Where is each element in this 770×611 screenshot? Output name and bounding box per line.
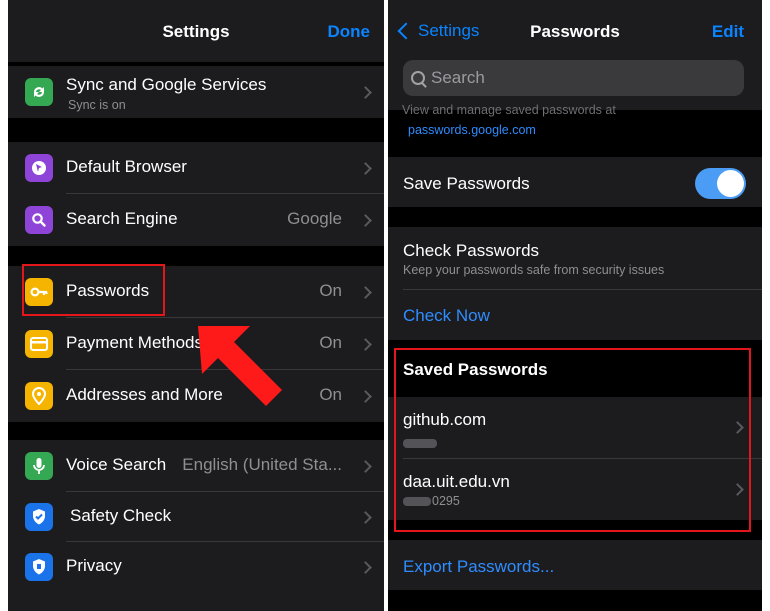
- chevron-right-icon: [359, 338, 372, 351]
- browser-group: Default Browser Search Engine Google: [8, 142, 384, 246]
- edit-button[interactable]: Edit: [712, 22, 744, 42]
- passwords-google-link[interactable]: passwords.google.com: [408, 123, 536, 137]
- chevron-right-icon: [359, 460, 372, 473]
- location-pin-icon: [25, 382, 53, 410]
- chevron-right-icon: [359, 511, 372, 524]
- sync-icon: [25, 78, 53, 106]
- passwords-panel: Settings Passwords Edit Search View and …: [388, 0, 762, 611]
- settings-item-voice-search[interactable]: Voice Search English (United Sta...: [8, 440, 384, 492]
- search-icon: [411, 71, 425, 85]
- payment-methods-label: Payment Methods: [66, 333, 204, 352]
- chevron-right-icon: [359, 162, 372, 175]
- credit-card-icon: [25, 330, 53, 358]
- voice-search-value: English (United Sta...: [182, 455, 342, 474]
- addresses-value: On: [319, 385, 342, 404]
- search-icon: [25, 206, 53, 234]
- search-engine-label: Search Engine: [66, 209, 178, 228]
- check-passwords-title: Check Passwords: [403, 241, 540, 260]
- check-passwords-subtitle: Keep your passwords safe from security i…: [403, 263, 665, 277]
- settings-panel: Settings Done Sync and Google Services S…: [8, 0, 384, 611]
- sync-status: Sync is on: [68, 98, 126, 112]
- nav-bar: Settings Done: [8, 0, 384, 62]
- settings-item-safety-check[interactable]: Safety Check: [8, 492, 384, 542]
- default-browser-label: Default Browser: [66, 157, 187, 176]
- done-button[interactable]: Done: [328, 22, 371, 42]
- privacy-group: Voice Search English (United Sta... Safe…: [8, 440, 384, 611]
- page-title: Passwords: [530, 22, 620, 41]
- microphone-icon: [25, 452, 53, 480]
- globe-icon: [25, 154, 53, 182]
- voice-search-label: Voice Search: [66, 455, 167, 474]
- settings-item-privacy[interactable]: Privacy: [8, 542, 384, 592]
- payment-methods-value: On: [319, 333, 342, 352]
- settings-item-search-engine[interactable]: Search Engine Google: [8, 194, 384, 246]
- saved-passwords-highlight: [394, 348, 751, 532]
- passwords-value: On: [319, 281, 342, 300]
- manage-text: View and manage saved passwords at: [402, 103, 616, 117]
- search-input[interactable]: Search: [403, 60, 744, 96]
- export-passwords-button[interactable]: Export Passwords...: [403, 557, 554, 577]
- passwords-highlight: [22, 264, 165, 316]
- safety-check-label: Safety Check: [70, 506, 172, 525]
- check-now-button[interactable]: Check Now: [403, 306, 490, 326]
- arrow-icon: [198, 326, 282, 406]
- shield-icon: [25, 553, 53, 581]
- chevron-right-icon: [359, 561, 372, 574]
- sync-group: Sync and Google Services Sync is on: [8, 66, 384, 118]
- nav-bar: Settings Passwords Edit Search: [388, 0, 762, 110]
- save-passwords-label: Save Passwords: [403, 174, 530, 193]
- search-engine-value: Google: [287, 209, 342, 228]
- privacy-label: Privacy: [66, 556, 122, 575]
- settings-item-default-browser[interactable]: Default Browser: [8, 142, 384, 194]
- chevron-right-icon: [359, 86, 372, 99]
- chevron-right-icon: [359, 214, 372, 227]
- search-placeholder: Search: [431, 68, 485, 87]
- sync-label: Sync and Google Services: [66, 75, 267, 94]
- shield-check-icon: [25, 503, 53, 531]
- chevron-right-icon: [359, 286, 372, 299]
- settings-item-sync[interactable]: Sync and Google Services Sync is on: [8, 66, 384, 118]
- chevron-right-icon: [359, 390, 372, 403]
- save-passwords-toggle[interactable]: [695, 168, 746, 199]
